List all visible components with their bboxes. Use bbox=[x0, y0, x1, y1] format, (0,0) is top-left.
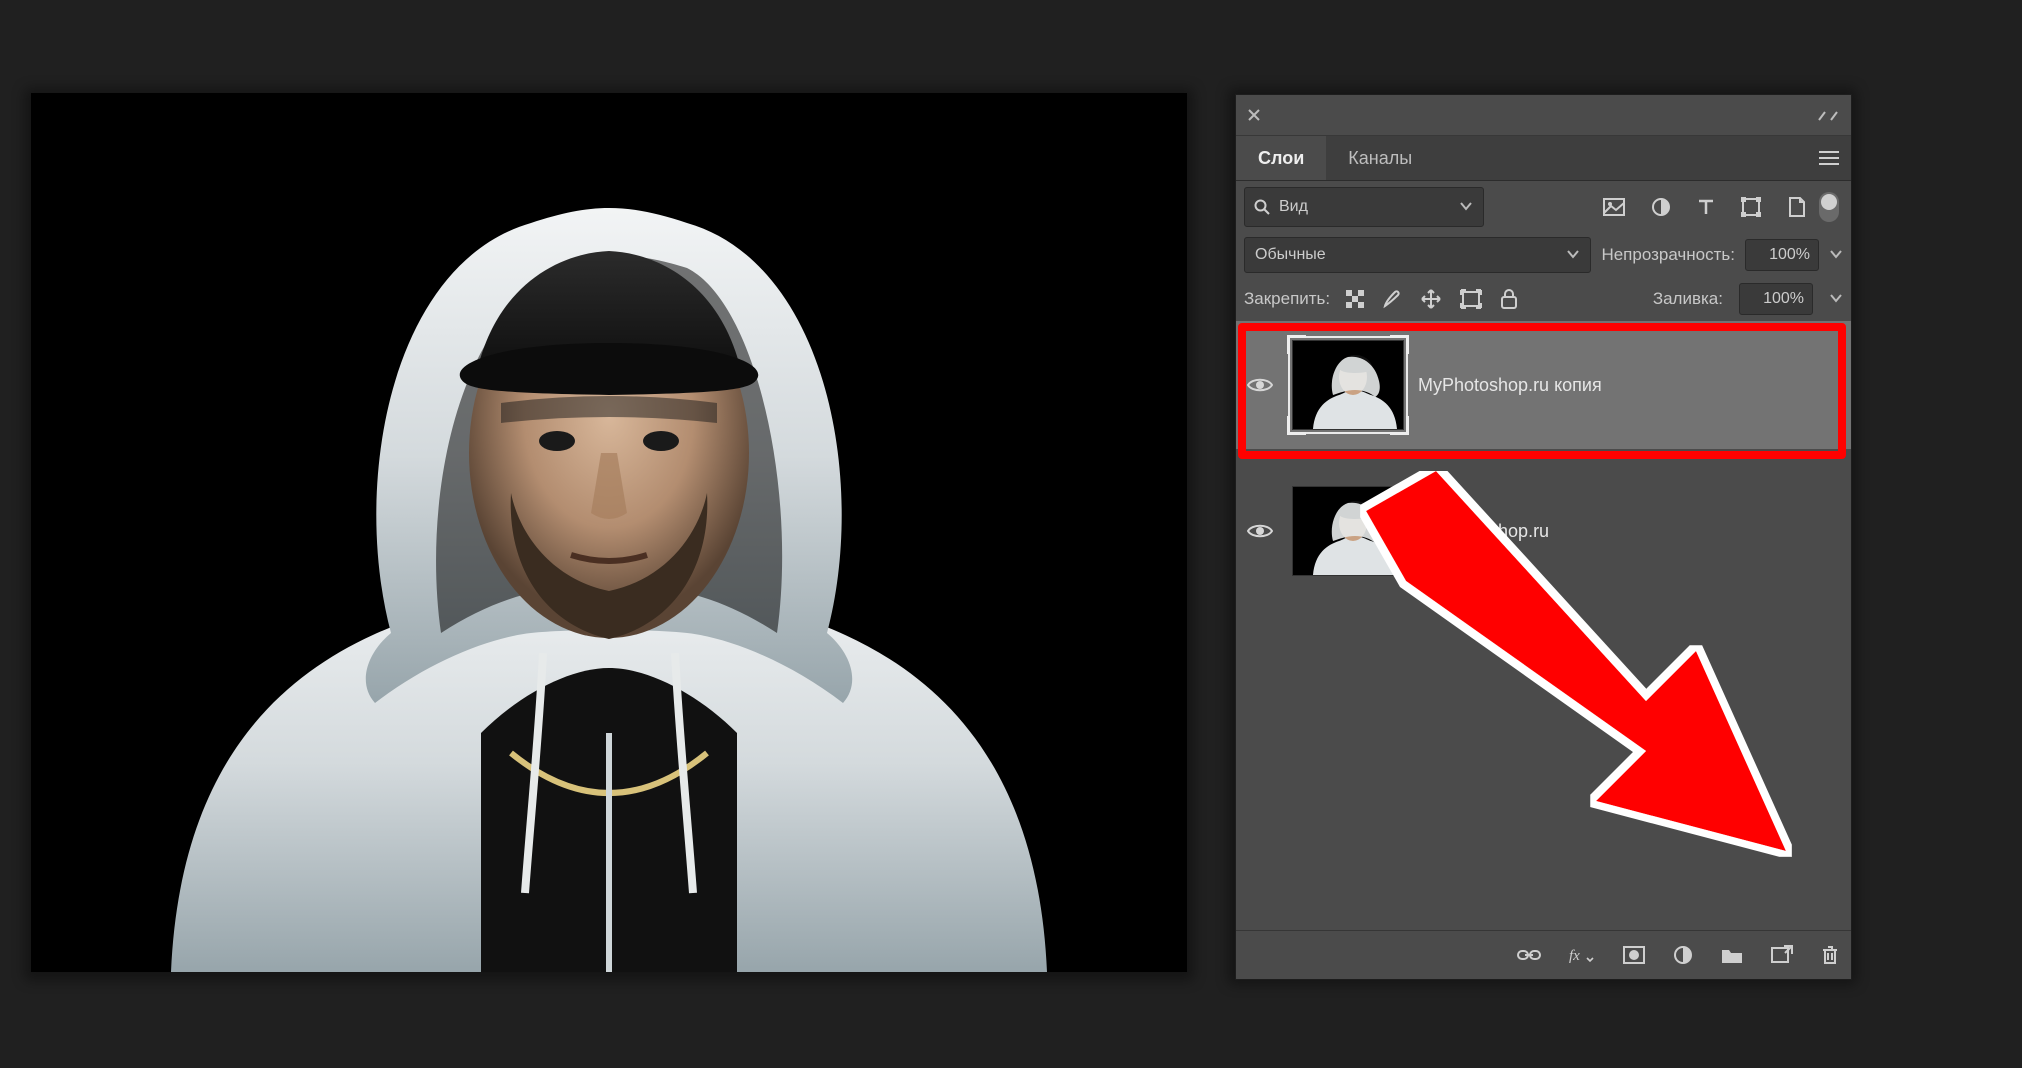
tab-channels-label: Каналы bbox=[1348, 148, 1412, 169]
opacity-label: Непрозрачность: bbox=[1601, 245, 1735, 265]
document-canvas[interactable] bbox=[31, 93, 1187, 972]
blend-bar: Обычные Непрозрачность: 100% bbox=[1236, 233, 1851, 277]
search-icon bbox=[1253, 198, 1271, 216]
layer-name[interactable]: MyPhotoshop.ru копия bbox=[1418, 375, 1602, 396]
lock-label: Закрепить: bbox=[1244, 289, 1330, 309]
adjustment-layer-icon[interactable] bbox=[1673, 945, 1693, 965]
opacity-value: 100% bbox=[1769, 246, 1810, 264]
blend-mode-value: Обычные bbox=[1255, 246, 1326, 264]
svg-text:fx: fx bbox=[1569, 948, 1580, 964]
fill-value-field[interactable]: 100% bbox=[1739, 283, 1813, 315]
lock-artboard-icon[interactable] bbox=[1460, 289, 1482, 309]
app-stage: Слои Каналы Вид bbox=[0, 0, 2022, 1068]
lock-all-icon[interactable] bbox=[1500, 289, 1518, 309]
filter-icons bbox=[1603, 197, 1805, 217]
collapse-icon[interactable] bbox=[1817, 108, 1841, 122]
lock-bar: Закрепить: Заливка: 100% bbox=[1236, 277, 1851, 321]
new-layer-icon[interactable] bbox=[1771, 945, 1793, 965]
layer-style-icon[interactable]: fx bbox=[1569, 946, 1595, 964]
layer-thumbnail[interactable] bbox=[1292, 486, 1404, 576]
layer-row[interactable]: MyPhotoshop.ru bbox=[1236, 467, 1851, 595]
toggle-knob bbox=[1821, 194, 1837, 210]
fill-value: 100% bbox=[1763, 290, 1804, 308]
delete-layer-icon[interactable] bbox=[1821, 945, 1839, 965]
layers-bottom-toolbar: fx bbox=[1236, 930, 1851, 979]
eye-icon bbox=[1247, 522, 1273, 540]
layer-filter-bar: Вид bbox=[1236, 181, 1851, 233]
layer-thumbnail[interactable] bbox=[1292, 340, 1404, 430]
filter-toggle[interactable] bbox=[1819, 192, 1839, 222]
chevron-down-icon bbox=[1566, 246, 1580, 264]
panel-tabs: Слои Каналы bbox=[1236, 136, 1851, 181]
tab-channels[interactable]: Каналы bbox=[1326, 136, 1434, 180]
blend-mode-select[interactable]: Обычные bbox=[1244, 237, 1591, 273]
tab-layers[interactable]: Слои bbox=[1236, 136, 1326, 180]
layer-name[interactable]: MyPhotoshop.ru bbox=[1418, 521, 1549, 542]
fill-label: Заливка: bbox=[1653, 289, 1723, 309]
eye-icon bbox=[1247, 376, 1273, 394]
close-icon[interactable] bbox=[1246, 107, 1262, 123]
filter-shape-icon[interactable] bbox=[1741, 197, 1761, 217]
lock-paint-icon[interactable] bbox=[1382, 289, 1402, 309]
layers-list: MyPhotoshop.ru копия MyPhotoshop.ru bbox=[1236, 321, 1851, 930]
chevron-down-icon bbox=[1459, 198, 1473, 216]
filter-smartobject-icon[interactable] bbox=[1787, 197, 1805, 217]
portrait-image bbox=[31, 93, 1187, 972]
layer-visibility-toggle[interactable] bbox=[1242, 376, 1278, 394]
new-group-icon[interactable] bbox=[1721, 946, 1743, 964]
chevron-down-icon[interactable] bbox=[1829, 246, 1843, 264]
layer-visibility-toggle[interactable] bbox=[1242, 522, 1278, 540]
layer-row[interactable]: MyPhotoshop.ru копия bbox=[1236, 321, 1851, 449]
filter-adjustment-icon[interactable] bbox=[1651, 197, 1671, 217]
filter-type-text-icon[interactable] bbox=[1697, 198, 1715, 216]
filter-type-label: Вид bbox=[1279, 198, 1308, 216]
panel-menu-icon[interactable] bbox=[1817, 149, 1841, 167]
panel-titlebar bbox=[1236, 95, 1851, 136]
filter-type-dropdown[interactable]: Вид bbox=[1244, 187, 1484, 227]
opacity-value-field[interactable]: 100% bbox=[1745, 239, 1819, 271]
lock-position-icon[interactable] bbox=[1420, 288, 1442, 310]
tab-layers-label: Слои bbox=[1258, 148, 1304, 169]
layer-mask-icon[interactable] bbox=[1623, 946, 1645, 964]
chevron-down-icon[interactable] bbox=[1829, 290, 1843, 308]
layers-panel: Слои Каналы Вид bbox=[1235, 94, 1852, 980]
filter-pixel-icon[interactable] bbox=[1603, 198, 1625, 216]
lock-transparency-icon[interactable] bbox=[1346, 290, 1364, 308]
link-layers-icon[interactable] bbox=[1517, 948, 1541, 962]
